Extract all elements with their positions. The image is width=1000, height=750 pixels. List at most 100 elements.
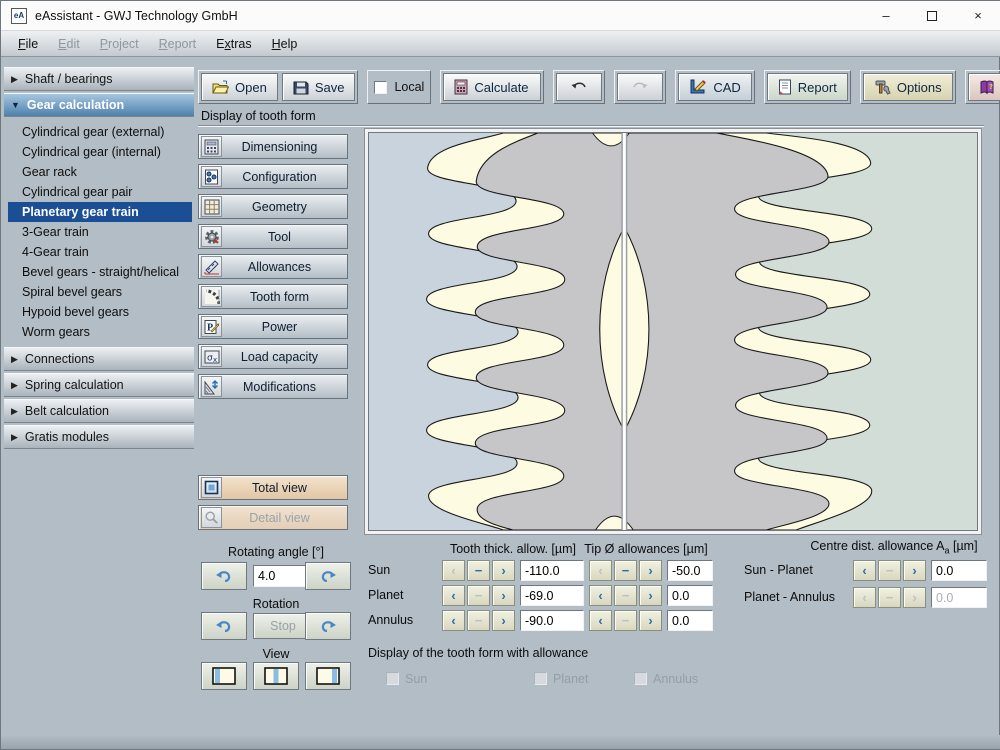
centre-planet-annulus-increase-button[interactable]: › xyxy=(903,587,926,608)
report-button[interactable]: Report xyxy=(766,73,848,101)
sidebar-section-belt-calculation[interactable]: ▶ Belt calculation xyxy=(4,399,194,423)
redo-arrow-icon xyxy=(633,82,648,89)
open-button[interactable]: Open xyxy=(201,73,278,101)
centre-sun-planet-increase-button[interactable]: › xyxy=(903,560,926,581)
tooth-thick-annulus-reset-button[interactable]: − xyxy=(467,610,490,631)
rotate-ccw-step-button[interactable] xyxy=(201,562,247,590)
view-right-button[interactable] xyxy=(305,662,351,690)
redo-button[interactable] xyxy=(617,73,664,101)
centre-sun-planet-decrease-button[interactable]: ‹ xyxy=(853,560,876,581)
centre-planet-annulus-decrease-button[interactable]: ‹ xyxy=(853,587,876,608)
configuration-button[interactable]: Configuration xyxy=(198,164,348,189)
sidebar-section-shaft-bearings[interactable]: ▶ Shaft / bearings xyxy=(4,67,194,91)
sidebar-item-4-gear-train[interactable]: 4-Gear train xyxy=(4,242,194,262)
tip-planet-input[interactable] xyxy=(667,585,713,606)
tip-sun-input[interactable] xyxy=(667,560,713,581)
tip-allowances-header: Tip Ø allowances [µm] xyxy=(584,542,708,556)
power-button[interactable]: P Power xyxy=(198,314,348,339)
view-centre-button[interactable] xyxy=(253,662,299,690)
sidebar-item-cylindrical-external[interactable]: Cylindrical gear (external) xyxy=(4,122,194,142)
centre-planet-annulus-input[interactable] xyxy=(931,587,987,608)
rotating-angle-input[interactable] xyxy=(253,565,313,587)
tooth-form-canvas[interactable] xyxy=(368,132,978,531)
tooth-thick-sun-decrease-button[interactable]: ‹ xyxy=(442,560,465,581)
rotation-ccw-button[interactable] xyxy=(201,612,247,640)
tip-planet-increase-button[interactable]: › xyxy=(639,585,662,606)
tip-annulus-decrease-button[interactable]: ‹ xyxy=(589,610,612,631)
sidebar-item-bevel-gears[interactable]: Bevel gears - straight/helical xyxy=(4,262,194,282)
centre-sun-planet-reset-button[interactable]: − xyxy=(878,560,901,581)
sidebar-item-spiral-bevel-gears[interactable]: Spiral bevel gears xyxy=(4,282,194,302)
menu-help[interactable]: Help xyxy=(263,34,307,54)
tip-sun-reset-button[interactable]: − xyxy=(614,560,637,581)
tool-button[interactable]: Tool xyxy=(198,224,348,249)
close-button[interactable]: × xyxy=(955,1,1000,31)
tooth-thick-planet-input[interactable] xyxy=(520,585,584,606)
window-bottom-frame xyxy=(1,735,1000,749)
menu-project[interactable]: Project xyxy=(91,34,148,54)
rotate-ccw-icon xyxy=(216,571,231,583)
allowance-annulus-checkbox[interactable] xyxy=(634,672,647,685)
menu-report[interactable]: Report xyxy=(150,34,206,54)
centre-sun-planet-input[interactable] xyxy=(931,560,987,581)
configuration-icon xyxy=(201,166,222,187)
geometry-button[interactable]: Geometry xyxy=(198,194,348,219)
allowances-ruler-icon xyxy=(201,256,222,277)
tip-planet-reset-button[interactable]: − xyxy=(614,585,637,606)
tip-planet-decrease-button[interactable]: ‹ xyxy=(589,585,612,606)
help-button[interactable]: ? Help xyxy=(967,73,1000,101)
view-left-button[interactable] xyxy=(201,662,247,690)
minimize-button[interactable]: – xyxy=(863,1,909,31)
sidebar-item-cylindrical-internal[interactable]: Cylindrical gear (internal) xyxy=(4,142,194,162)
tooth-thick-planet-reset-button[interactable]: − xyxy=(467,585,490,606)
menu-extras[interactable]: Extras xyxy=(207,34,260,54)
tooth-thick-sun-reset-button[interactable]: − xyxy=(467,560,490,581)
centre-planet-annulus-reset-button[interactable]: − xyxy=(878,587,901,608)
save-button[interactable]: Save xyxy=(281,73,356,101)
rotation-cw-button[interactable] xyxy=(305,612,351,640)
sidebar-item-cylindrical-pair[interactable]: Cylindrical gear pair xyxy=(4,182,194,202)
tooth-thick-annulus-input[interactable] xyxy=(520,610,584,631)
menu-file[interactable]: File xyxy=(9,34,47,54)
allowance-sun-checkbox[interactable] xyxy=(386,672,399,685)
tooth-thick-sun-input[interactable] xyxy=(520,560,584,581)
allowances-button[interactable]: Allowances xyxy=(198,254,348,279)
tooth-thick-annulus-increase-button[interactable]: › xyxy=(492,610,515,631)
tip-sun-increase-button[interactable]: › xyxy=(639,560,662,581)
rotate-cw-step-button[interactable] xyxy=(305,562,351,590)
options-button[interactable]: Options xyxy=(862,73,953,101)
tooth-thick-planet-decrease-button[interactable]: ‹ xyxy=(442,585,465,606)
sidebar-item-planetary-gear-train[interactable]: Planetary gear train xyxy=(8,202,192,222)
tip-sun-decrease-button[interactable]: ‹ xyxy=(589,560,612,581)
sidebar-item-gear-rack[interactable]: Gear rack xyxy=(4,162,194,182)
tip-annulus-input[interactable] xyxy=(667,610,713,631)
tooth-form-icon xyxy=(201,286,222,307)
tooth-form-button[interactable]: Tooth form xyxy=(198,284,348,309)
sidebar-item-hypoid-bevel-gears[interactable]: Hypoid bevel gears xyxy=(4,302,194,322)
sidebar-gear-items: Cylindrical gear (external) Cylindrical … xyxy=(4,119,194,347)
undo-button[interactable] xyxy=(556,73,603,101)
total-view-button[interactable]: Total view xyxy=(198,475,348,500)
dimensioning-button[interactable]: Dimensioning xyxy=(198,134,348,159)
tooth-thick-sun-increase-button[interactable]: › xyxy=(492,560,515,581)
calculate-button[interactable]: Calculate xyxy=(443,73,542,101)
menu-edit[interactable]: Edit xyxy=(49,34,89,54)
sidebar-item-3-gear-train[interactable]: 3-Gear train xyxy=(4,222,194,242)
tip-annulus-reset-button[interactable]: − xyxy=(614,610,637,631)
detail-view-button[interactable]: Detail view xyxy=(198,505,348,530)
load-capacity-button[interactable]: σx Load capacity xyxy=(198,344,348,369)
local-checkbox[interactable] xyxy=(374,80,388,94)
allowance-planet-checkbox[interactable] xyxy=(534,672,547,685)
sidebar-section-spring-calculation[interactable]: ▶ Spring calculation xyxy=(4,373,194,397)
rotation-stop-button[interactable]: Stop xyxy=(253,613,313,639)
modifications-button[interactable]: Modifications xyxy=(198,374,348,399)
sidebar-section-connections[interactable]: ▶ Connections xyxy=(4,347,194,371)
sidebar-item-worm-gears[interactable]: Worm gears xyxy=(4,322,194,342)
cad-button[interactable]: CAD xyxy=(678,73,752,101)
tip-annulus-increase-button[interactable]: › xyxy=(639,610,662,631)
sidebar-section-gratis-modules[interactable]: ▶ Gratis modules xyxy=(4,425,194,449)
tooth-thick-planet-increase-button[interactable]: › xyxy=(492,585,515,606)
tooth-thick-annulus-decrease-button[interactable]: ‹ xyxy=(442,610,465,631)
sidebar-section-gear-calculation[interactable]: ▼ Gear calculation xyxy=(4,93,194,117)
maximize-button[interactable] xyxy=(909,1,955,31)
